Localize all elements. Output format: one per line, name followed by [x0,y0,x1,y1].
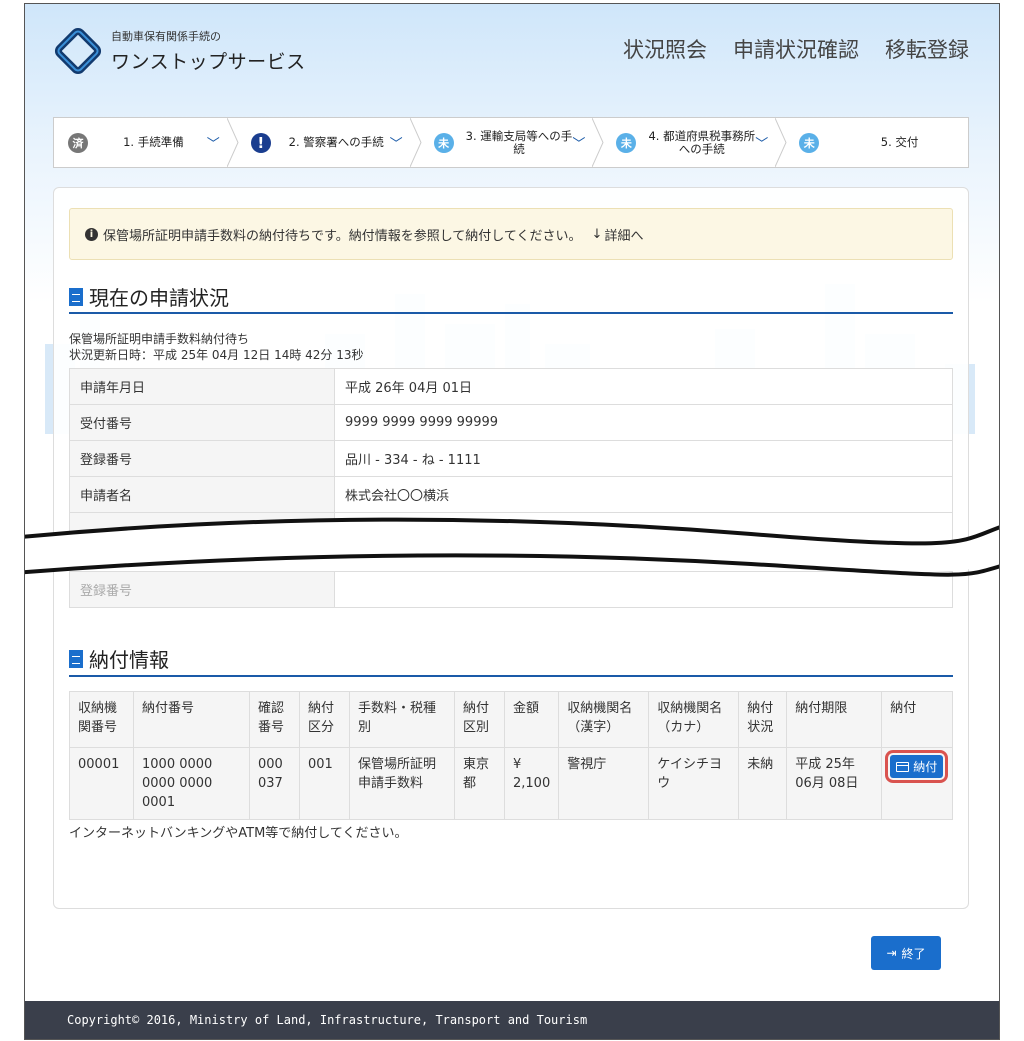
step-label: 1. 手続準備 [123,135,184,149]
cell: 保管場所証明申請手数料 [349,747,455,820]
top-navigation: 状況照会 申請状況確認 移転登録 [623,34,969,64]
column-header: 納付区分 [299,691,350,748]
payment-note: インターネットバンキングやATM等で納付してください。 [69,826,408,841]
status-value: 保管場所証明申請手数料納付待ち [69,332,250,346]
column-header: 収納機関名（漢字） [558,691,650,748]
cell: ¥ 2,100 [503,747,560,820]
column-header: 金額 [503,691,560,748]
row-value: 平成 26年 04月 01日 [334,368,953,405]
step-issuance[interactable]: 未 5. 交付 [785,118,968,167]
row-key: 受付番号 [69,404,335,441]
footer: Copyright© 2016, Ministry of Land, Infra… [25,1001,999,1039]
column-header: 納付期限 [786,691,883,748]
section-divider [69,312,953,314]
document-icon [69,287,83,306]
step-label: 2. 警察署への手続 [288,135,384,149]
step-label: 5. 交付 [880,135,919,149]
pay-button-label: 納付 [913,760,938,774]
details-link[interactable]: 詳細へ [604,225,643,244]
status-updated: 状況更新日時：平成 25年 04月 12日 14時 42分 13秒 [69,348,364,362]
table-row: 申請者名 株式会社〇〇横浜 [69,476,953,513]
arrow-down-icon: ↓ [591,226,603,242]
table-row: 受付番号 9999 9999 9999 99999 [69,404,953,441]
column-header: 納付区別 [454,691,505,748]
row-value: 株式会社〇〇横浜 [334,476,953,513]
chevron-down-icon[interactable]: ﹀ [755,133,769,152]
step-pending-badge: 未 [433,132,454,153]
pay-button[interactable]: 納付 [885,750,949,783]
column-header: 手数料・税種別 [349,691,455,748]
step-tax-office[interactable]: 未 4. 都道府県税事務所への手続 ﹀ [602,118,787,167]
cell: ケイシチヨウ [648,747,740,820]
chevron-down-icon[interactable]: ﹀ [390,133,404,152]
logo-title: ワンストップサービス [111,51,306,73]
nav-status-inquiry[interactable]: 状況照会 [623,34,707,64]
step-label: 4. 都道府県税事務所への手続 [648,128,756,156]
row-value: 品川 - 334 - ね - 1111 [334,440,953,477]
table-header-row: 収納機関番号 納付番号 確認番号 納付区分 手数料・税種別 納付区別 金額 収納… [69,691,953,748]
cell: 1000 0000 0000 0000 0001 [133,747,250,820]
step-pending-badge: 未 [799,132,820,153]
step-pending-badge: 未 [616,132,637,153]
step-police[interactable]: ! 2. 警察署への手続 ﹀ [237,118,422,167]
copyright-text: Copyright© 2016, Ministry of Land, Infra… [67,1013,588,1027]
nav-application-status[interactable]: 申請状況確認 [733,34,859,64]
info-icon: i [85,227,98,241]
exit-button-label: 終了 [901,946,926,961]
logo-subtitle: 自動車保有関係手続の [111,30,221,43]
row-key: 申請者名 [69,476,335,513]
cell: 納付 [881,747,953,820]
section-divider [69,675,953,677]
step-transport-bureau[interactable]: 未 3. 運輸支局等への手続 ﹀ [420,118,604,167]
alert-banner: i 保管場所証明申請手数料の納付待ちです。納付情報を参照して納付してください。 … [69,208,953,260]
logo-icon [54,27,102,75]
table-row: 申請年月日 平成 26年 04月 01日 [69,368,953,405]
row-key: 登録番号 [69,440,335,477]
section-heading: 納付情報 [89,648,169,672]
step-preparation[interactable]: 済 1. 手続準備 ﹀ [54,118,239,167]
exit-icon: ⇥ [886,946,897,960]
column-header: 納付 [881,691,953,748]
cell: 東京都 [454,747,505,820]
nav-transfer-registration[interactable]: 移転登録 [885,34,969,64]
document-icon [69,649,83,668]
cell: 平成 25年 06月 08日 [786,747,883,820]
column-header: 確認番号 [249,691,300,748]
page-break-indicator [25,517,999,577]
current-status-title: 現在の申請状況 [69,282,229,311]
table-row: 00001 1000 0000 0000 0000 0001 000037 00… [69,747,953,820]
credit-card-icon [896,761,910,772]
status-text: 保管場所証明申請手数料納付待ち 状況更新日時：平成 25年 04月 12日 14… [69,331,364,363]
cell: 001 [299,747,350,820]
page-frame: 自動車保有関係手続の ワンストップサービス 状況照会 申請状況確認 移転登録 済… [24,3,1000,1040]
column-header: 納付番号 [133,691,250,748]
exit-button[interactable]: ⇥ 終了 [871,936,941,970]
payment-table: 収納機関番号 納付番号 確認番号 納付区分 手数料・税種別 納付区別 金額 収納… [69,691,953,820]
step-warning-badge: ! [250,132,271,153]
cell: 警視庁 [558,747,650,820]
column-header: 納付状況 [738,691,788,748]
step-label: 3. 運輸支局等への手続 [465,128,573,156]
column-header: 収納機関番号 [69,691,134,748]
column-header: 収納機関名（カナ） [648,691,740,748]
payment-info-title: 納付情報 [69,644,169,673]
section-heading: 現在の申請状況 [89,286,229,310]
cell: 000037 [249,747,300,820]
step-done-badge: 済 [68,132,88,153]
cell: 未納 [738,747,788,820]
table-row: 登録番号 品川 - 334 - ね - 1111 [69,440,953,477]
chevron-down-icon[interactable]: ﹀ [572,133,586,152]
chevron-down-icon[interactable]: ﹀ [207,133,221,152]
progress-steps: 済 1. 手続準備 ﹀ ! 2. 警察署への手続 ﹀ 未 3. 運輸支局等への手… [53,117,969,168]
row-value: 9999 9999 9999 99999 [334,404,953,441]
row-key: 申請年月日 [69,368,335,405]
cell: 00001 [69,747,134,820]
alert-message: 保管場所証明申請手数料の納付待ちです。納付情報を参照して納付してください。 [103,228,582,244]
